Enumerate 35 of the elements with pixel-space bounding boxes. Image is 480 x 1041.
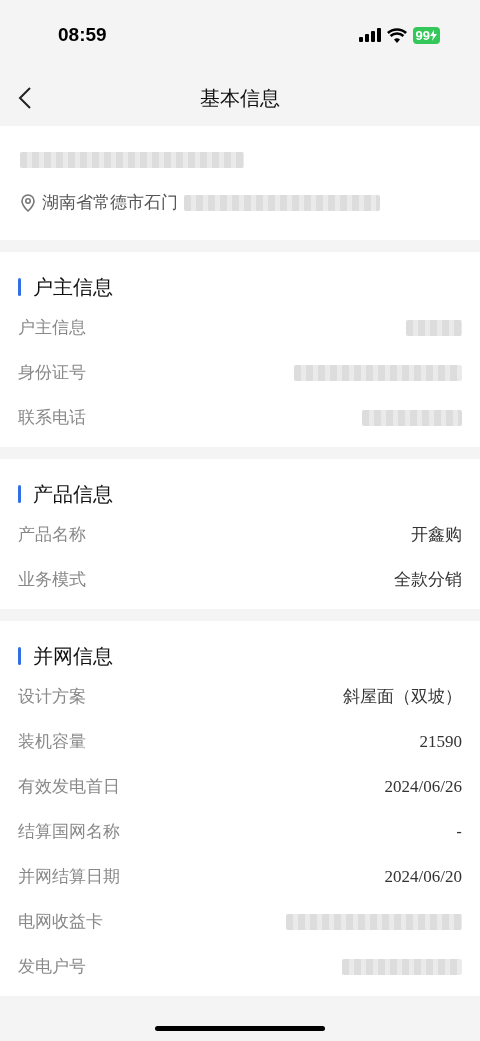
field-value: 2024/06/26	[384, 776, 462, 799]
field-label: 电网收益卡	[18, 911, 103, 934]
battery-indicator: 99	[412, 26, 440, 44]
section-title: 产品信息	[33, 481, 113, 507]
field-value: 2024/06/20	[384, 866, 462, 889]
field-value: 开鑫购	[411, 524, 462, 547]
field-label: 身份证号	[18, 362, 86, 385]
field-label: 发电户号	[18, 956, 86, 979]
address-text: 湖南省常德市石门	[42, 192, 178, 214]
field-value: 21590	[419, 731, 462, 754]
field-value: -	[456, 821, 462, 844]
field-label: 设计方案	[18, 686, 86, 709]
field-label: 业务模式	[18, 569, 86, 592]
redacted-text	[406, 320, 462, 336]
field-label: 结算国网名称	[18, 821, 120, 844]
field-value: 全款分销	[394, 569, 462, 592]
field-label: 并网结算日期	[18, 866, 120, 889]
wifi-icon	[386, 27, 407, 43]
section-marker	[18, 484, 21, 503]
back-icon[interactable]	[18, 86, 32, 110]
signal-icon	[358, 28, 381, 42]
field-label: 装机容量	[18, 731, 86, 754]
field-label: 有效发电首日	[18, 776, 120, 799]
section-title: 户主信息	[33, 274, 113, 300]
field-label: 户主信息	[18, 317, 86, 340]
location-icon	[20, 193, 36, 212]
section-title: 并网信息	[33, 643, 113, 669]
field-label: 联系电话	[18, 407, 86, 430]
page-title: 基本信息	[200, 86, 280, 111]
charging-bolt-icon	[430, 29, 437, 41]
section-marker	[18, 646, 21, 665]
field-label: 产品名称	[18, 524, 86, 547]
field-value: 斜屋面（双坡）	[343, 686, 462, 709]
section-marker	[18, 277, 21, 296]
status-time: 08:59	[58, 22, 107, 47]
